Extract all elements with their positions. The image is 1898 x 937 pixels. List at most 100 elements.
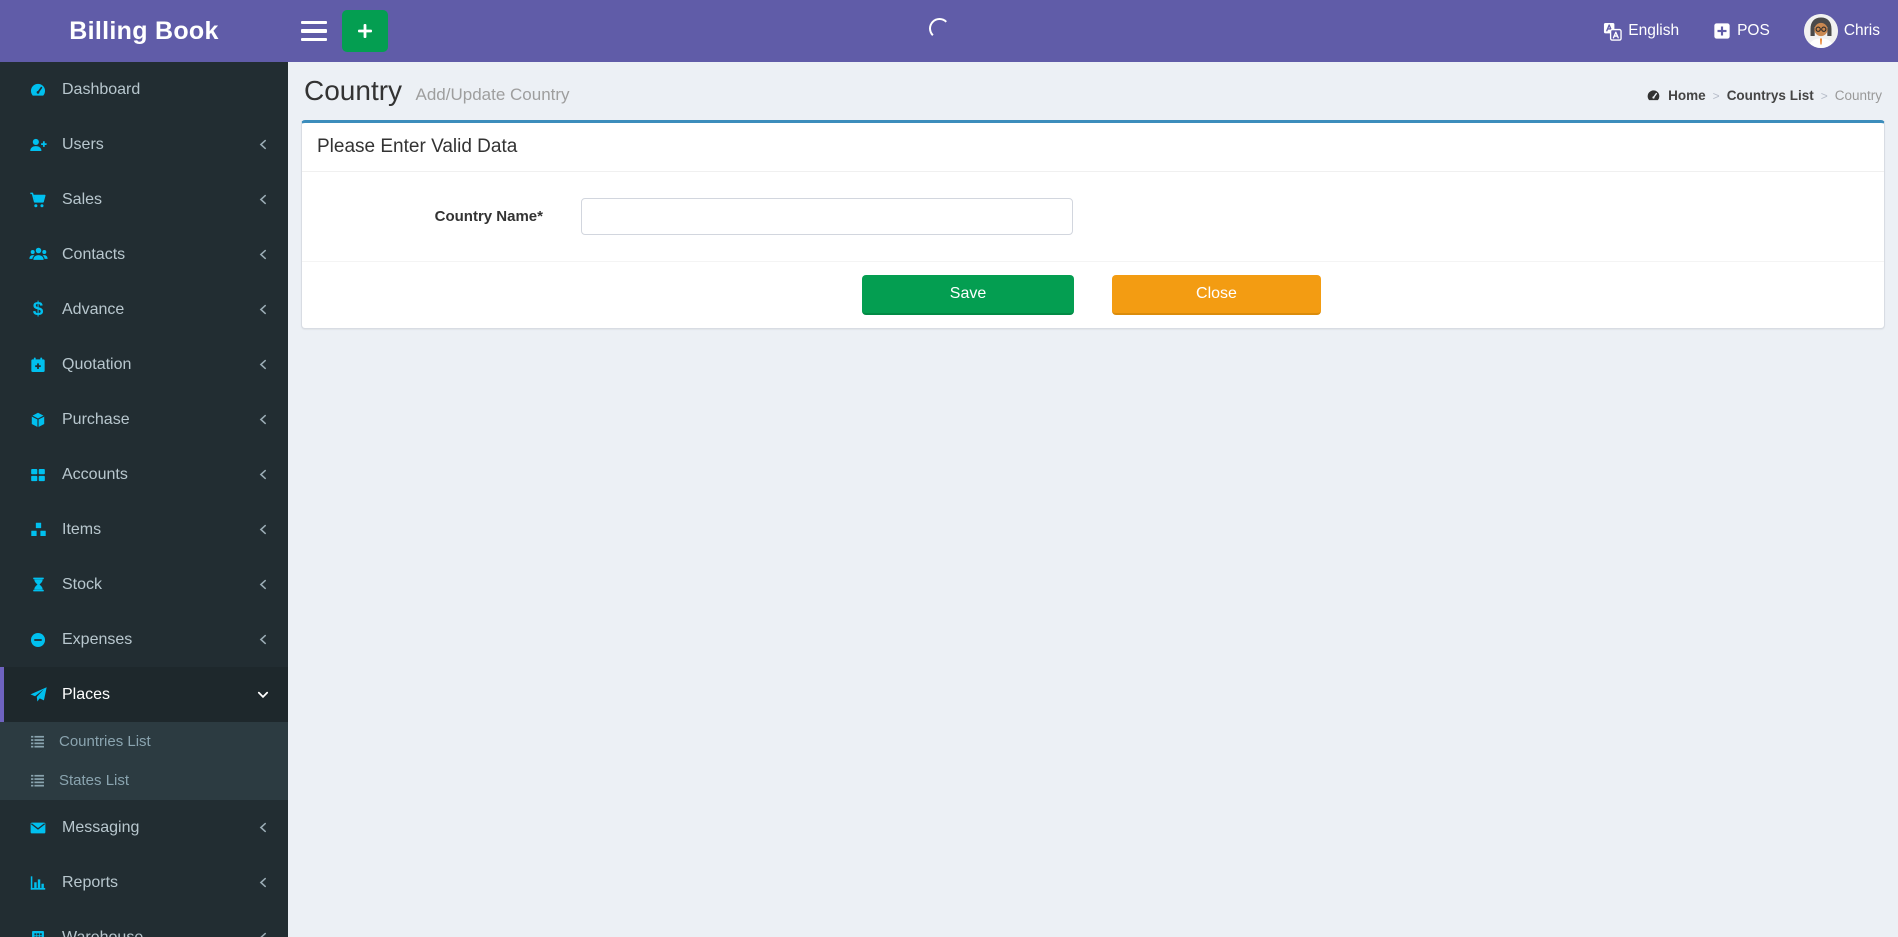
sidebar-item-advance[interactable]: $ Advance <box>0 282 288 337</box>
sidebar-item-warehouse[interactable]: Warehouse <box>0 910 288 937</box>
sidebar-item-quotation[interactable]: Quotation <box>0 337 288 392</box>
minus-circle-icon <box>26 631 50 649</box>
sidebar-item-label: Contacts <box>62 245 126 263</box>
country-name-input[interactable] <box>581 198 1073 235</box>
chevron-left-icon <box>257 578 270 591</box>
user-plus-icon <box>26 136 50 154</box>
paper-plane-icon <box>26 685 50 704</box>
sidebar-item-label: Stock <box>62 575 103 593</box>
breadcrumb-separator: > <box>1820 88 1828 103</box>
loading-spinner-icon <box>929 18 950 39</box>
envelope-icon <box>26 819 50 837</box>
sidebar-item-label: Items <box>62 520 102 538</box>
calendar-plus-icon <box>26 356 50 374</box>
chevron-left-icon <box>257 876 270 889</box>
tachometer-icon <box>26 81 50 99</box>
sidebar-item-label: Users <box>62 135 104 153</box>
sidebar-item-countries-list[interactable]: Countries List <box>0 722 288 761</box>
chevron-left-icon <box>257 633 270 646</box>
quick-add-button[interactable] <box>342 10 388 52</box>
chevron-left-icon <box>257 138 270 151</box>
chevron-down-icon <box>256 688 270 702</box>
page-title: Country <box>304 75 403 106</box>
sidebar-item-purchase[interactable]: Purchase <box>0 392 288 447</box>
sidebar-item-accounts[interactable]: Accounts <box>0 447 288 502</box>
country-form-card: Please Enter Valid Data Country Name* Sa… <box>301 120 1885 329</box>
submenu-item-label: States List <box>59 772 130 789</box>
card-body: Country Name* <box>302 172 1884 261</box>
sidebar-item-label: Places <box>62 685 111 703</box>
chevron-left-icon <box>257 303 270 316</box>
top-navbar: Billing Book English POS Chris <box>0 0 1898 62</box>
sidebar-item-places[interactable]: Places <box>0 667 288 722</box>
sidebar-item-messaging[interactable]: Messaging <box>0 800 288 855</box>
sidebar-item-label: Sales <box>62 190 103 208</box>
sidebar-item-sales[interactable]: Sales <box>0 172 288 227</box>
sidebar-toggle-icon[interactable] <box>301 21 327 41</box>
chevron-left-icon <box>257 248 270 261</box>
sidebar-item-items[interactable]: Items <box>0 502 288 557</box>
save-button[interactable]: Save <box>862 275 1074 315</box>
cubes-icon <box>26 520 50 539</box>
page-subtitle: Add/Update Country <box>415 85 570 104</box>
language-icon <box>1603 22 1622 41</box>
chevron-left-icon <box>257 523 270 536</box>
user-name-label: Chris <box>1843 22 1880 39</box>
sidebar-item-label: Accounts <box>62 465 128 483</box>
sidebar-item-label: Purchase <box>62 410 130 428</box>
grid-icon <box>26 466 50 484</box>
sidebar-item-label: Quotation <box>62 355 132 373</box>
sidebar-item-users[interactable]: Users <box>0 117 288 172</box>
places-submenu: Countries List States List <box>0 722 288 800</box>
hourglass-icon <box>26 576 50 593</box>
country-name-label-text: Country Name <box>434 208 538 225</box>
sidebar-item-expenses[interactable]: Expenses <box>0 612 288 667</box>
submenu-item-label: Countries List <box>59 733 151 750</box>
sidebar-item-stock[interactable]: Stock <box>0 557 288 612</box>
plus-square-icon <box>1713 22 1731 40</box>
pos-label: POS <box>1737 22 1770 39</box>
card-title: Please Enter Valid Data <box>302 123 1884 172</box>
app-logo[interactable]: Billing Book <box>0 0 288 62</box>
list-icon <box>26 733 48 750</box>
main-content: Country Add/Update Country Home > Countr… <box>288 62 1898 937</box>
sidebar-menu: Dashboard Users Sales Contacts $ Advance… <box>0 62 288 937</box>
chevron-left-icon <box>257 468 270 481</box>
content-header: Country Add/Update Country Home > Countr… <box>288 62 1898 120</box>
language-selector[interactable]: English <box>1603 22 1679 41</box>
breadcrumb: Home > Countrys List > Country <box>1646 88 1882 103</box>
card-footer: Save Close <box>302 261 1884 328</box>
bar-chart-icon <box>26 874 50 892</box>
chevron-left-icon <box>257 358 270 371</box>
close-button[interactable]: Close <box>1112 275 1321 315</box>
sidebar-item-label: Dashboard <box>62 80 141 98</box>
breadcrumb-home[interactable]: Home <box>1668 88 1706 103</box>
pos-button[interactable]: POS <box>1713 22 1770 40</box>
navbar-left-controls <box>288 10 388 52</box>
sidebar-item-dashboard[interactable]: Dashboard <box>0 62 288 117</box>
sidebar-item-contacts[interactable]: Contacts <box>0 227 288 282</box>
navbar-right-controls: English POS Chris <box>1603 14 1898 48</box>
building-icon <box>26 929 50 937</box>
sidebar-item-label: Reports <box>62 873 119 891</box>
users-group-icon <box>26 245 50 264</box>
sidebar-item-label: Messaging <box>62 818 140 836</box>
chevron-left-icon <box>257 193 270 206</box>
country-name-label: Country Name* <box>317 208 543 225</box>
sidebar-item-label: Advance <box>62 300 125 318</box>
plus-icon <box>358 24 372 38</box>
dollar-icon: $ <box>32 299 44 320</box>
sidebar-item-states-list[interactable]: States List <box>0 761 288 800</box>
user-menu[interactable]: Chris <box>1803 14 1880 48</box>
chevron-left-icon <box>257 821 270 834</box>
user-avatar <box>1803 14 1838 48</box>
sidebar-item-label: Expenses <box>62 630 133 648</box>
sidebar-item-label: Warehouse <box>62 928 144 937</box>
chevron-left-icon <box>257 413 270 426</box>
shopping-cart-icon <box>26 191 50 209</box>
sidebar: Dashboard Users Sales Contacts $ Advance… <box>0 62 288 937</box>
breadcrumb-separator: > <box>1712 88 1720 103</box>
breadcrumb-countrys-list[interactable]: Countrys List <box>1727 88 1814 103</box>
sidebar-item-reports[interactable]: Reports <box>0 855 288 910</box>
cube-icon <box>26 411 50 429</box>
